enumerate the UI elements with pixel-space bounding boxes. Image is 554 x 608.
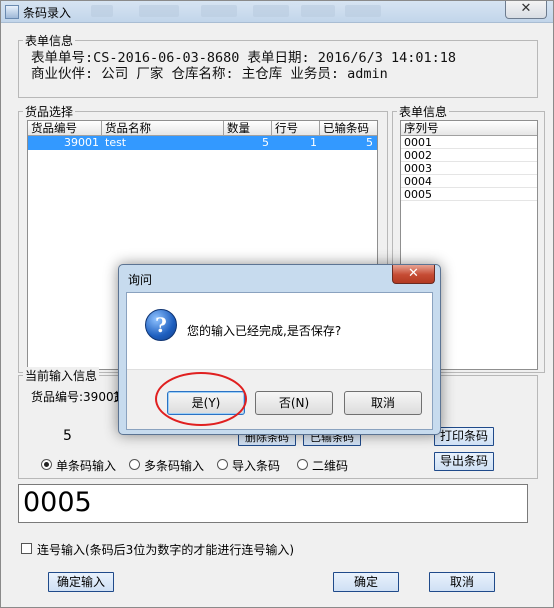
- toolbar-ghost: [139, 5, 179, 17]
- column-header-code[interactable]: 货品编号: [28, 121, 102, 136]
- column-header-serial[interactable]: 序列号: [401, 121, 537, 136]
- dialog-cancel-button[interactable]: 取消: [344, 391, 422, 415]
- column-header-line[interactable]: 行号: [272, 121, 320, 136]
- window-title: 条码录入: [23, 6, 72, 20]
- column-header-name[interactable]: 货品名称: [102, 121, 224, 136]
- print-barcode-button[interactable]: 打印条码: [434, 427, 494, 446]
- mode-multi-label[interactable]: 多条码输入: [144, 457, 204, 474]
- cell-code: 39001: [64, 136, 99, 149]
- current-input-group-label: 当前输入信息: [23, 367, 100, 384]
- ok-button[interactable]: 确定: [333, 572, 399, 592]
- form-info-line-2: 商业伙伴: 公司 厂家 仓库名称: 主仓库 业务员: admin: [31, 66, 388, 82]
- export-barcode-button[interactable]: 导出条码: [434, 452, 494, 471]
- serial-input-checkbox[interactable]: [21, 543, 32, 554]
- mode-single-radio[interactable]: [41, 459, 52, 470]
- list-item[interactable]: 0005: [401, 188, 537, 201]
- mode-multi-radio[interactable]: [129, 459, 140, 470]
- barcode-input[interactable]: 0005: [18, 484, 528, 523]
- highlight-ring: [155, 372, 247, 426]
- title-bar[interactable]: 条码录入 ✕: [1, 1, 553, 23]
- current-goods-code: 货品编号:39001: [31, 390, 122, 404]
- toolbar-ghost: [253, 5, 289, 17]
- list-item[interactable]: 0003: [401, 162, 537, 175]
- column-header-scanned[interactable]: 已输条码: [320, 121, 376, 136]
- list-item[interactable]: 0001: [401, 136, 537, 149]
- cell-name: test: [105, 136, 127, 149]
- mode-import-radio[interactable]: [217, 459, 228, 470]
- serials-group-label: 表单信息: [397, 103, 450, 120]
- toolbar-ghost: [301, 5, 335, 17]
- list-item[interactable]: 0002: [401, 149, 537, 162]
- mode-import-label[interactable]: 导入条码: [232, 457, 280, 474]
- dialog-close-button[interactable]: ✕: [392, 265, 435, 284]
- table-row[interactable]: 39001 test 5 1 5: [28, 136, 377, 150]
- app-icon: [5, 5, 19, 19]
- question-icon: ?: [145, 309, 177, 341]
- list-item[interactable]: 0004: [401, 175, 537, 188]
- cell-qty: 5: [262, 136, 269, 149]
- current-count: 5: [63, 428, 72, 444]
- toolbar-ghost: [345, 5, 381, 17]
- toolbar-ghost: [201, 5, 237, 17]
- serial-list-header: 序列号: [401, 121, 537, 136]
- mode-qrcode-radio[interactable]: [297, 459, 308, 470]
- toolbar-ghost: [91, 5, 113, 17]
- dialog-message: 您的输入已经完成,是否保存?: [187, 324, 342, 338]
- mode-qrcode-label[interactable]: 二维码: [312, 457, 348, 474]
- column-header-qty[interactable]: 数量: [224, 121, 272, 136]
- cell-line: 1: [310, 136, 317, 149]
- mode-single-label[interactable]: 单条码输入: [56, 457, 116, 474]
- window-close-button[interactable]: ✕: [505, 1, 547, 19]
- goods-selection-group-label: 货品选择: [23, 103, 76, 120]
- confirm-input-button[interactable]: 确定输入: [48, 572, 114, 592]
- goods-grid-header: 货品编号 货品名称 数量 行号 已输条码: [28, 121, 377, 136]
- no-button[interactable]: 否(N): [255, 391, 333, 415]
- cell-scanned: 5: [366, 136, 373, 149]
- dialog-title: 询问: [128, 273, 153, 287]
- serial-input-label[interactable]: 连号输入(条码后3位为数字的才能进行连号输入): [37, 541, 294, 558]
- cancel-button[interactable]: 取消: [429, 572, 495, 592]
